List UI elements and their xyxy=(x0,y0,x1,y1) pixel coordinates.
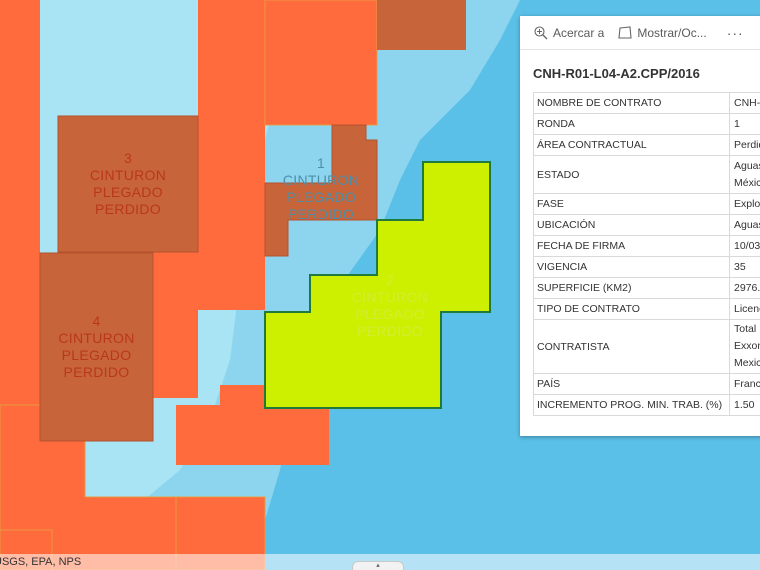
attribute-value: 1 xyxy=(729,113,760,135)
attribute-row: ÁREA CONTRACTUAL Perdido xyxy=(533,134,760,156)
attribute-value: Aguas México xyxy=(729,155,760,194)
contract-block[interactable] xyxy=(0,305,40,405)
polygon-outline-icon xyxy=(618,26,632,39)
block-number: 3 xyxy=(123,150,133,166)
attribute-row: UBICACIÓN Aguas xyxy=(533,214,760,236)
feature-popup: Acercar a Mostrar/Oc... ··· CNH-R01-L04-… xyxy=(520,16,760,436)
block-label-line: PERDIDO xyxy=(63,364,130,380)
attribute-value: 10/03 xyxy=(729,235,760,257)
attribute-row: ESTADO Aguas México xyxy=(533,155,760,194)
attribute-key: CONTRATISTA xyxy=(533,319,730,374)
attribute-value: Aguas xyxy=(729,214,760,236)
attribute-value: 2976.6 xyxy=(729,277,760,299)
attribution-expand-handle[interactable]: ▴ xyxy=(352,561,404,570)
attribute-row: CONTRATISTA Total E Exxonm Mexico xyxy=(533,319,760,374)
attribute-value-line: Exxonm xyxy=(734,340,760,352)
attribute-value-line: 35 xyxy=(734,260,746,273)
popup-actions: Acercar a Mostrar/Oc... ··· xyxy=(520,16,760,50)
more-actions-button[interactable]: ··· xyxy=(727,25,744,41)
attribute-value-line: 1 xyxy=(734,117,740,130)
attribute-value-line: 10/03 xyxy=(734,239,760,252)
block-label-line: CINTURON xyxy=(282,172,360,188)
attribute-value: Perdido xyxy=(729,134,760,156)
block-3-label: 3 CINTURON PLEGADO PERDIDO xyxy=(68,150,188,218)
attribute-key: ÁREA CONTRACTUAL xyxy=(533,134,730,156)
attribute-key: VIGENCIA xyxy=(533,256,730,278)
attribute-value: Explora xyxy=(729,193,760,215)
block-label-line: PLEGADO xyxy=(355,306,425,322)
zoom-in-icon xyxy=(534,25,548,39)
attribute-value-line: Total E xyxy=(734,323,760,335)
attribute-value-line: Explora xyxy=(734,197,760,210)
contract-block[interactable] xyxy=(264,0,378,126)
block-label-line: PERDIDO xyxy=(95,201,161,217)
more-icon: ··· xyxy=(726,24,744,41)
attribute-value-line: Aguas xyxy=(734,159,760,172)
contract-block[interactable] xyxy=(0,0,40,305)
attribute-value: CNH-R xyxy=(729,92,760,114)
attribute-value-line: Perdido xyxy=(734,138,760,151)
block-number: 4 xyxy=(92,313,101,329)
attribute-key: ESTADO xyxy=(533,155,730,194)
block-label-line: PLEGADO xyxy=(286,189,356,205)
block-label-line: PLEGADO xyxy=(93,184,163,200)
attribute-value-line: Francia xyxy=(734,377,760,390)
attribute-key: RONDA xyxy=(533,113,730,135)
block-2-label: 2 CINTURON PLEGADO PERDIDO xyxy=(335,272,445,340)
contract-block[interactable] xyxy=(377,0,466,50)
block-label-line: PLEGADO xyxy=(61,347,132,363)
attribute-row: SUPERFICIE (KM2) 2976.6 xyxy=(533,277,760,299)
attribute-key: INCREMENTO PROG. MIN. TRAB. (%) xyxy=(533,394,730,416)
block-label-line: PERDIDO xyxy=(288,206,354,222)
attribute-value-line: México xyxy=(734,176,760,189)
attribute-value: Total E Exxonm Mexico xyxy=(729,319,760,374)
attribute-value: Francia xyxy=(729,373,760,395)
popup-title: CNH-R01-L04-A2.CPP/2016 xyxy=(533,66,700,81)
attribute-value: Licenci xyxy=(729,298,760,320)
show-hide-button[interactable]: Mostrar/Oc... xyxy=(618,25,707,40)
block-label-line: CINTURON xyxy=(89,167,167,183)
attribute-value: 1.50 xyxy=(729,394,760,416)
attribute-key: NOMBRE DE CONTRATO xyxy=(533,92,730,114)
attribute-row: TIPO DE CONTRATO Licenci xyxy=(533,298,760,320)
attribute-value-line: Aguas xyxy=(734,218,760,231)
attribute-value-line: Licenci xyxy=(734,302,760,315)
block-label-line: CINTURON xyxy=(351,289,429,305)
attribute-row: VIGENCIA 35 xyxy=(533,256,760,278)
attribute-value: 35 xyxy=(729,256,760,278)
attribute-value-line: CNH-R xyxy=(734,96,760,109)
show-hide-label: Mostrar/Oc... xyxy=(637,25,707,40)
block-number: 2 xyxy=(385,272,395,288)
block-1-label: 1 CINTURON PLEGADO PERDIDO xyxy=(262,155,380,223)
attribute-row: FASE Explora xyxy=(533,193,760,215)
attribute-row: INCREMENTO PROG. MIN. TRAB. (%) 1.50 xyxy=(533,394,760,416)
attribute-key: FASE xyxy=(533,193,730,215)
attribute-row: FECHA DE FIRMA 10/03 xyxy=(533,235,760,257)
attribute-key: SUPERFICIE (KM2) xyxy=(533,277,730,299)
block-label-line: CINTURON xyxy=(58,330,135,346)
attribute-key: FECHA DE FIRMA xyxy=(533,235,730,257)
zoom-to-label: Acercar a xyxy=(553,25,605,40)
attribute-key: TIPO DE CONTRATO xyxy=(533,298,730,320)
block-number: 1 xyxy=(316,155,326,171)
attribute-table: NOMBRE DE CONTRATO CNH-R RONDA 1 ÁREA CONTRA… xyxy=(533,92,760,416)
attribute-value-line: 2976.6 xyxy=(734,281,760,294)
attribute-row: RONDA 1 xyxy=(533,113,760,135)
zoom-to-button[interactable]: Acercar a xyxy=(534,26,604,40)
attribute-value-line: Mexico xyxy=(734,357,760,369)
attribute-row: PAÍS Francia xyxy=(533,373,760,395)
attribute-row: NOMBRE DE CONTRATO CNH-R xyxy=(533,92,760,114)
chevron-up-icon: ▴ xyxy=(376,562,380,569)
attribute-key: UBICACIÓN xyxy=(533,214,730,236)
block-label-line: PERDIDO xyxy=(357,323,423,339)
attribution-text: USGS, EPA, NPS xyxy=(0,556,82,568)
attribute-key: PAÍS xyxy=(533,373,730,395)
block-4-label: 4 CINTURON PLEGADO PERDIDO xyxy=(40,313,153,381)
attribute-value-line: 1.50 xyxy=(734,398,755,411)
